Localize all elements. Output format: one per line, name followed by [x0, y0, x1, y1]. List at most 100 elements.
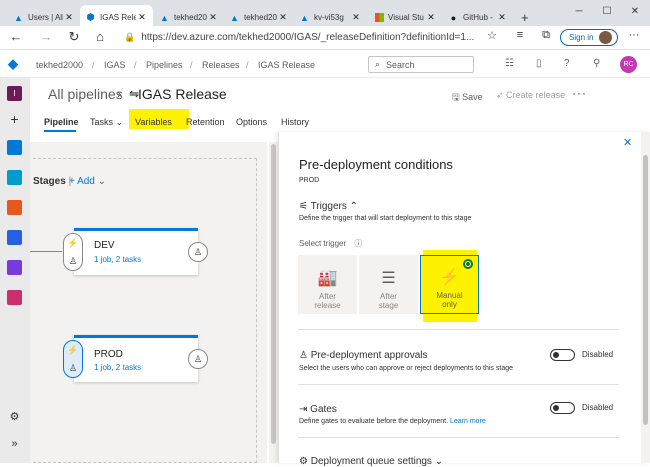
person-icon: ♙ [68, 362, 78, 373]
back-icon[interactable]: ← [8, 29, 24, 44]
tab-label: IGAS Relea [100, 13, 136, 22]
user-settings-icon[interactable]: ⚲ [593, 58, 600, 69]
rocket-icon: ➶ [496, 90, 507, 100]
azure-icon: ▲ [300, 12, 309, 23]
sign-in-button[interactable]: Sign in [560, 29, 618, 46]
page-title[interactable]: IGAS Release [138, 86, 227, 102]
breadcrumb-separator: / [246, 60, 249, 70]
stage-summary-link[interactable]: 1 job, 2 tasks [94, 363, 141, 372]
building-icon: 🏭 [317, 270, 338, 287]
home-icon[interactable]: ⌂ [92, 29, 108, 44]
url-field[interactable]: 🔒 https://dev.azure.com/tekhed2000/IGAS/… [118, 28, 474, 47]
save-label: Save [462, 92, 483, 102]
project-icon[interactable]: I [7, 86, 22, 101]
canvas-scrollbar-thumb[interactable] [271, 144, 276, 444]
gate-icon: ⇥ [299, 404, 311, 415]
trigger-option-after-stage[interactable]: ☰ After stage [359, 255, 418, 314]
approvals-heading: ♙ Pre-deployment approvals [299, 350, 428, 361]
more-actions-button[interactable]: ··· [572, 86, 587, 100]
help-icon[interactable]: ? [564, 58, 570, 69]
user-avatar[interactable]: RC [620, 56, 637, 73]
approvals-description: Select the users who can approve or reje… [299, 365, 514, 372]
maximize-icon[interactable]: ☐ [600, 6, 614, 17]
gear-icon[interactable]: ⚙ [7, 410, 22, 425]
github-icon: ● [450, 12, 457, 23]
stage-card-dev[interactable] [74, 228, 198, 275]
gates-toggle[interactable] [550, 402, 575, 414]
tab-retention[interactable]: Retention [186, 117, 225, 127]
stage-card-prod[interactable] [74, 335, 198, 382]
triggers-section-toggle[interactable]: ⚟ Triggers ⌃ [299, 201, 358, 212]
favorite-star-icon[interactable]: ☆ [484, 29, 500, 42]
tab-pipeline[interactable]: Pipeline [44, 117, 79, 127]
add-icon[interactable]: + [7, 112, 22, 127]
pipelines-icon[interactable] [7, 230, 22, 245]
expand-icon[interactable]: » [7, 438, 22, 453]
create-release-button[interactable]: ➶ Create release [496, 90, 565, 101]
add-icon: + [69, 176, 78, 187]
post-deployment-conditions-dev[interactable]: ♙ [188, 242, 208, 262]
microsoft-icon [375, 13, 384, 22]
select-trigger-label: Select trigger ⓘ [299, 239, 363, 248]
search-placeholder: Search [386, 59, 415, 70]
repos-icon[interactable] [7, 200, 22, 215]
close-icon[interactable]: ✕ [496, 12, 508, 23]
tab-history[interactable]: History [281, 117, 309, 127]
favorites-icon[interactable]: ≡ [512, 29, 528, 41]
close-icon[interactable]: ✕ [350, 12, 362, 23]
all-pipelines-link[interactable]: All pipelines [48, 86, 123, 102]
stage-summary-link[interactable]: 1 job, 2 tasks [94, 255, 141, 264]
search-input[interactable]: ⌕ Search [368, 56, 474, 73]
close-icon[interactable]: ✕ [277, 12, 289, 23]
queue-icon: ⚙ [299, 456, 311, 467]
close-icon[interactable]: ✕ [623, 136, 632, 149]
breadcrumb-project[interactable]: IGAS [104, 60, 126, 70]
test-plans-icon[interactable] [7, 260, 22, 275]
more-icon[interactable]: ··· [626, 29, 642, 41]
tab-label: kv-vi53g [314, 13, 344, 22]
close-icon[interactable]: ✕ [425, 12, 437, 23]
artifacts-icon[interactable] [7, 290, 22, 305]
add-stage-button[interactable]: + Add ⌄ [69, 176, 106, 187]
breadcrumb-org[interactable]: tekhed2000 [36, 60, 83, 70]
azure-icon: ▲ [230, 12, 239, 23]
chevron-right-icon: › [117, 86, 122, 101]
breadcrumb-page[interactable]: IGAS Release [258, 60, 315, 70]
tab-variables[interactable]: Variables [135, 117, 172, 127]
tab-options[interactable]: Options [236, 117, 267, 127]
forward-icon[interactable]: → [38, 29, 54, 44]
post-deployment-conditions-prod[interactable]: ♙ [188, 349, 208, 369]
save-button[interactable]: 🖫 Save [452, 90, 483, 106]
close-icon[interactable]: ✕ [207, 12, 219, 23]
approvals-toggle[interactable] [550, 349, 575, 361]
url-text: https://dev.azure.com/tekhed2000/IGAS/_r… [141, 32, 474, 43]
minimize-icon[interactable]: ─ [572, 6, 586, 17]
triggers-description: Define the trigger that will start deplo… [299, 215, 472, 222]
pre-deployment-conditions-prod[interactable]: ⚡ ♙ [63, 340, 83, 378]
queue-settings-toggle[interactable]: ⚙ Deployment queue settings ⌄ [299, 456, 443, 467]
divider [298, 384, 619, 385]
panel-scrollbar-thumb[interactable] [643, 155, 648, 425]
stages-label: Stages | [33, 176, 72, 187]
collections-icon[interactable]: ⧉ [538, 29, 554, 42]
tab-tasks[interactable]: Tasks ⌄ [90, 117, 123, 128]
close-icon[interactable]: ✕ [63, 12, 75, 23]
trigger-option-after-release[interactable]: 🏭 After release [298, 255, 357, 314]
settings-list-icon[interactable]: ☷ [505, 58, 514, 69]
tab-label: tekhed20 [244, 13, 277, 22]
tab-label: GitHub - [463, 13, 493, 22]
refresh-icon[interactable]: ↻ [66, 29, 82, 45]
pre-deployment-conditions-dev[interactable]: ⚡ ♙ [63, 233, 83, 271]
breadcrumb-pipelines[interactable]: Pipelines [146, 60, 183, 70]
close-window-icon[interactable]: ✕ [628, 6, 642, 17]
clipboard-icon[interactable]: ▯ [536, 58, 542, 69]
close-icon[interactable]: ✕ [136, 12, 148, 23]
overview-icon[interactable] [7, 140, 22, 155]
learn-more-link[interactable]: Learn more [450, 418, 486, 425]
devops-icon: ⬢ [86, 12, 95, 22]
boards-icon[interactable] [7, 170, 22, 185]
azure-devops-logo-icon[interactable]: ◆ [8, 56, 23, 71]
tab-label: Users | All [28, 13, 63, 22]
panel-title: Pre-deployment conditions [299, 157, 453, 172]
breadcrumb-releases[interactable]: Releases [202, 60, 240, 70]
